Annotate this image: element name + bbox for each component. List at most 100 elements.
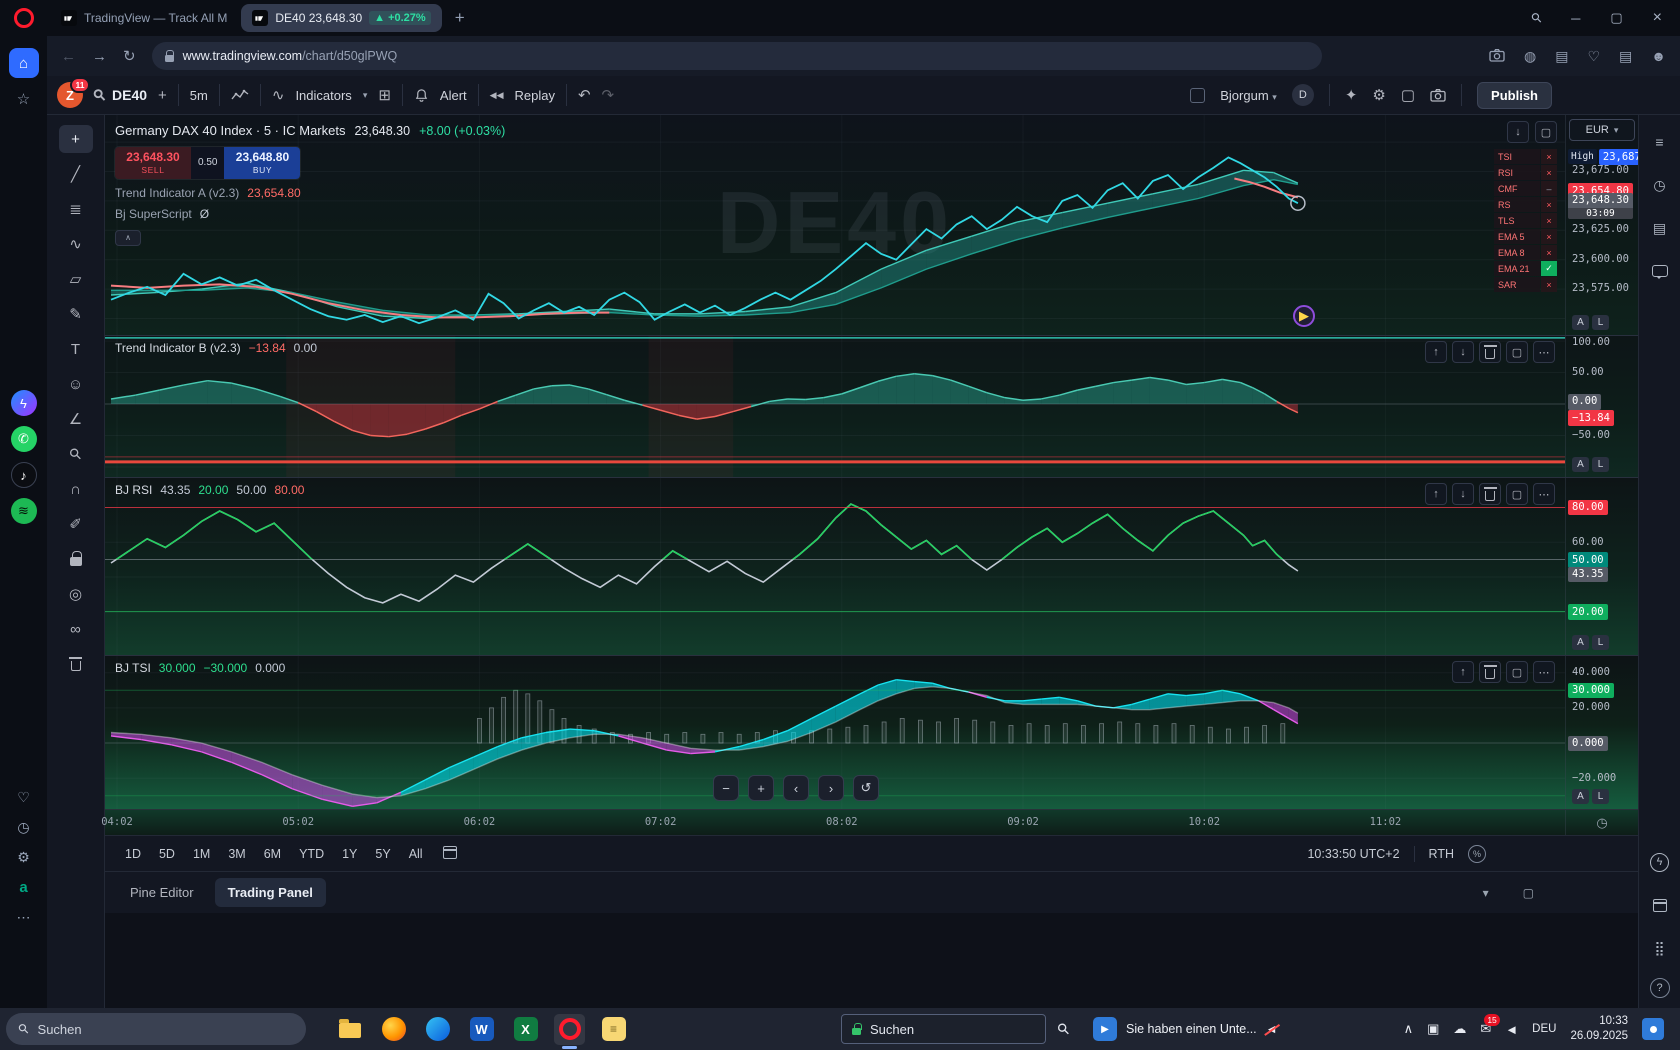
- log-scale-button[interactable]: L: [1592, 457, 1609, 472]
- pane-move-up-button[interactable]: ↑: [1425, 483, 1447, 505]
- reset-chart-button[interactable]: ↺: [853, 775, 879, 801]
- browser-tab-tradingview[interactable]: TradingView — Track All M: [50, 4, 238, 32]
- rsi-chart[interactable]: [105, 478, 1565, 655]
- crosshair-tool[interactable]: +: [59, 125, 93, 153]
- help-icon[interactable]: ?: [1650, 978, 1670, 998]
- browser-back-button[interactable]: ←: [61, 48, 76, 65]
- tray-expand-icon[interactable]: ∧: [1404, 1021, 1414, 1037]
- pane-delete-button[interactable]: [1479, 341, 1501, 363]
- range-ytd[interactable]: YTD: [291, 843, 332, 865]
- interval-button[interactable]: 5m: [190, 88, 208, 103]
- scroll-left-button[interactable]: ‹: [783, 775, 809, 801]
- chart-settings-gear-icon[interactable]: ⚙: [1372, 86, 1385, 104]
- amazon-icon[interactable]: a: [11, 874, 37, 900]
- oscillator-scale[interactable]: 100.0050.00−50.000.00−13.84AL: [1565, 336, 1638, 477]
- magic-wand-icon[interactable]: ✦: [1345, 86, 1358, 104]
- currency-selector[interactable]: EUR▾: [1569, 119, 1635, 141]
- tray-cloud-icon[interactable]: ☁: [1453, 1021, 1466, 1037]
- browser-reload-button[interactable]: ↻: [123, 47, 136, 65]
- hide-all-tool[interactable]: ◎: [59, 580, 93, 608]
- rsi-title[interactable]: BJ RSI: [115, 483, 152, 497]
- log-scale-button[interactable]: L: [1592, 789, 1609, 804]
- opera-taskbar-icon[interactable]: [554, 1014, 585, 1045]
- fullscreen-icon[interactable]: ▢: [1401, 86, 1415, 104]
- sidebar-panels-icon[interactable]: ▤: [1619, 48, 1632, 65]
- symbol-title[interactable]: Germany DAX 40 Index · 5 · IC Markets: [115, 123, 345, 138]
- scroll-to-realtime-button[interactable]: ↓: [1507, 121, 1529, 143]
- log-scale-button[interactable]: L: [1592, 635, 1609, 650]
- go-to-date-icon[interactable]: [443, 846, 457, 862]
- measure-tool[interactable]: ∠: [59, 405, 93, 433]
- indicators-button[interactable]: Indicators: [295, 88, 351, 103]
- favorites-heart-icon[interactable]: ♡: [1587, 48, 1600, 65]
- range-1d[interactable]: 1D: [117, 843, 149, 865]
- taskbar-clock[interactable]: 10:33 26.09.2025: [1570, 1014, 1628, 1044]
- prediction-tool[interactable]: ▱: [59, 265, 93, 293]
- watchlist-icon[interactable]: ≡: [1647, 129, 1673, 155]
- replay-button[interactable]: Replay: [515, 88, 555, 103]
- indicators-chevron-icon[interactable]: ▾: [363, 90, 368, 101]
- alert-button[interactable]: Alert: [440, 88, 467, 103]
- sticky-notes-icon[interactable]: ≡: [598, 1014, 629, 1045]
- secondary-search-input[interactable]: Suchen: [841, 1014, 1046, 1044]
- lock-all-tool[interactable]: [59, 545, 93, 573]
- auto-scale-button[interactable]: A: [1572, 457, 1589, 472]
- tab-trading-panel[interactable]: Trading Panel: [215, 878, 326, 907]
- muted-speaker-icon[interactable]: ◄: [1266, 1022, 1278, 1036]
- panel-expand-icon[interactable]: ▢: [1523, 886, 1534, 900]
- pane-maximize-button[interactable]: ▢: [1506, 661, 1528, 683]
- range-1y[interactable]: 1Y: [334, 843, 365, 865]
- pane-more-button[interactable]: ⋯: [1533, 341, 1555, 363]
- snapshot-camera-icon[interactable]: [1489, 48, 1505, 65]
- messenger-icon[interactable]: ϟ: [9, 388, 39, 418]
- text-tool[interactable]: T: [59, 335, 93, 363]
- url-bar[interactable]: www.tradingview.com/chart/d50glPWQ: [152, 42, 1322, 70]
- symbol-search[interactable]: ⚲DE40: [94, 86, 147, 104]
- zoom-out-button[interactable]: −: [713, 775, 739, 801]
- pane-maximize-button[interactable]: ▢: [1506, 341, 1528, 363]
- data-window-icon[interactable]: ▤: [1647, 215, 1673, 241]
- scroll-right-button[interactable]: ›: [818, 775, 844, 801]
- pane-move-down-button[interactable]: ↓: [1452, 341, 1474, 363]
- alerts-clock-icon[interactable]: ◷: [1647, 172, 1673, 198]
- quick-broker-badge[interactable]: D: [1292, 84, 1314, 106]
- session-label[interactable]: RTH: [1429, 847, 1454, 861]
- pane-maximize-button[interactable]: ▢: [1506, 483, 1528, 505]
- object-tree-tool[interactable]: ∞: [59, 615, 93, 643]
- browser-tab-de40-active[interactable]: DE40 23,648.30 ▲ +0.27%: [241, 4, 441, 32]
- price-scale[interactable]: EUR▾ 23,675.0023,625.0023,600.0023,575.0…: [1565, 115, 1638, 335]
- file-explorer-icon[interactable]: [334, 1014, 365, 1045]
- range-5d[interactable]: 5D: [151, 843, 183, 865]
- zoom-tool[interactable]: ⚲: [59, 440, 93, 468]
- range-3m[interactable]: 3M: [220, 843, 253, 865]
- pattern-tool[interactable]: ∿: [59, 230, 93, 258]
- new-tab-button[interactable]: +: [455, 8, 465, 28]
- wallet-icon[interactable]: ▤: [1555, 48, 1568, 65]
- excel-icon[interactable]: X: [510, 1014, 541, 1045]
- trend-indicator-b-pane[interactable]: Trend Indicator B (v2.3) −13.84 0.00 ↑↓▢…: [105, 336, 1565, 477]
- emoji-tool[interactable]: ☺: [59, 370, 93, 398]
- notification-center-icon[interactable]: [1642, 1018, 1664, 1040]
- window-close-button[interactable]: ×: [1653, 9, 1662, 27]
- legend-collapse-button[interactable]: ∧: [115, 230, 141, 246]
- range-all[interactable]: All: [401, 843, 431, 865]
- tray-display-icon[interactable]: ▣: [1427, 1021, 1439, 1037]
- tsi-scale[interactable]: 40.00020.000−20.00030.0000.000AL: [1565, 656, 1638, 809]
- time-axis[interactable]: 04:0205:0206:0207:0208:0209:0210:0211:02…: [105, 809, 1638, 835]
- user-avatar[interactable]: Z11: [57, 82, 83, 108]
- layout-grid-button[interactable]: ⊞: [378, 86, 391, 104]
- pane-maximize-button[interactable]: ▢: [1535, 121, 1557, 143]
- window-maximize-button[interactable]: ▢: [1610, 10, 1622, 26]
- hotlist-lightning-icon[interactable]: ϟ: [1647, 849, 1673, 875]
- range-6m[interactable]: 6M: [256, 843, 289, 865]
- rsi-scale[interactable]: 60.0080.0050.0043.3520.00AL: [1565, 478, 1638, 655]
- sell-button[interactable]: 23,648.30SELL: [115, 147, 191, 179]
- sidebar-settings-icon[interactable]: ⚙: [11, 844, 37, 870]
- search-submit-icon[interactable]: ⚲: [1053, 1019, 1074, 1040]
- pane-delete-button[interactable]: [1479, 483, 1501, 505]
- history-icon[interactable]: ◷: [11, 814, 37, 840]
- sidebar-more-icon[interactable]: ⋯: [11, 904, 37, 930]
- brush-tool[interactable]: ✎: [59, 300, 93, 328]
- lightning-marker-icon[interactable]: ▶: [1293, 305, 1315, 327]
- publish-button[interactable]: Publish: [1477, 82, 1552, 109]
